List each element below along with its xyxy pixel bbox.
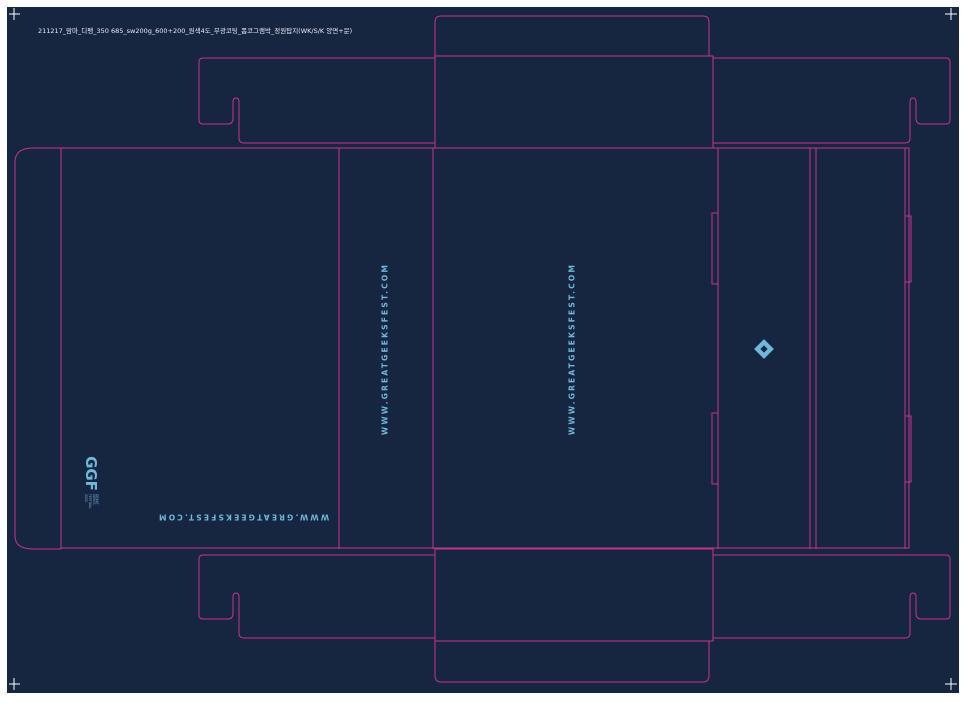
website-url-front-panel: WWW.GREATGEEKSFEST.COM bbox=[156, 512, 330, 522]
logo-tagline: GREAT GEEKS FESTIVAL 2021 bbox=[84, 493, 100, 509]
print-sheet: 211217_맘마_디펭_350 685_sw200g_600+200_원색4도… bbox=[0, 0, 966, 699]
ggf-logo: GGF GREAT GEEKS FESTIVAL 2021 bbox=[82, 456, 100, 516]
website-url-center-panel: WWW.GREATGEEKSFEST.COM bbox=[567, 262, 577, 436]
logo-mark: GGF bbox=[82, 456, 100, 491]
dieline-artwork bbox=[0, 0, 966, 699]
file-name-label: 211217_맘마_디펭_350 685_sw200g_600+200_원색4도… bbox=[38, 27, 353, 35]
website-url-side-panel: WWW.GREATGEEKSFEST.COM bbox=[380, 262, 390, 436]
